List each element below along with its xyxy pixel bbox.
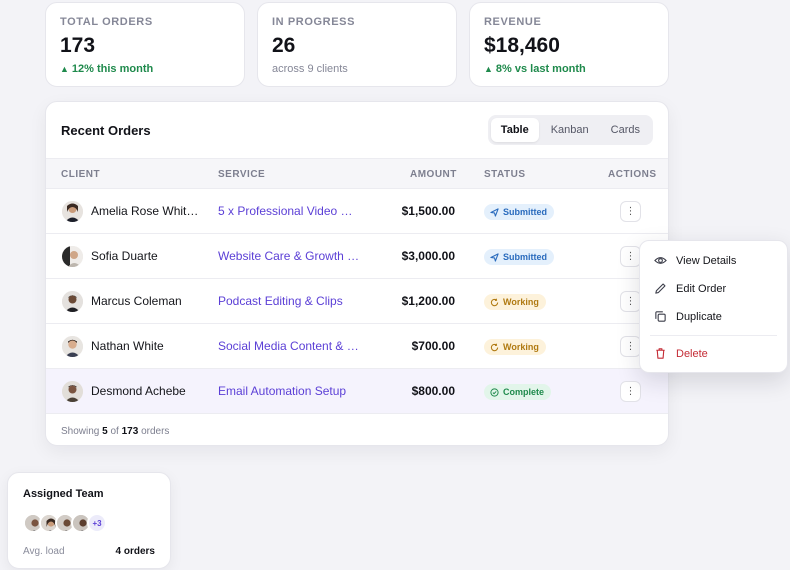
avatar: [62, 336, 83, 357]
table-row[interactable]: Sofia Duarte Website Care & Growth Plan …: [46, 234, 668, 279]
table-row[interactable]: Marcus Coleman Podcast Editing & Clips $…: [46, 279, 668, 324]
avatar: [62, 246, 83, 267]
menu-item-delete[interactable]: Delete: [654, 347, 708, 360]
team-overflow-count[interactable]: +3: [87, 513, 107, 533]
service-link[interactable]: Podcast Editing & Clips: [218, 294, 343, 308]
row-actions-button[interactable]: ⋮: [620, 336, 641, 357]
orders-header: Recent Orders Table Kanban Cards: [46, 102, 668, 158]
stat-trend: ▲ 8% vs last month: [484, 63, 586, 75]
stat-label: IN PROGRESS: [272, 16, 356, 28]
menu-item-view-details[interactable]: View Details: [654, 254, 736, 267]
status-badge: Working: [484, 294, 546, 310]
trend-up-icon: ▲: [60, 64, 69, 74]
amount: $800.00: [411, 384, 455, 398]
team-avatar-stack[interactable]: +3: [23, 513, 107, 533]
trash-icon: [656, 348, 665, 359]
avatar: [62, 201, 83, 222]
service-link[interactable]: Website Care & Growth Plan: [218, 249, 360, 263]
amount: $700.00: [411, 339, 455, 353]
trend-up-icon: ▲: [484, 64, 493, 74]
status-badge: Submitted: [484, 249, 554, 265]
stat-subtext: across 9 clients: [272, 63, 348, 75]
column-header-amount[interactable]: AMOUNT: [410, 169, 457, 180]
service-link[interactable]: 5 x Professional Video Edits: [218, 204, 360, 218]
stat-value: 26: [272, 34, 296, 57]
table-row[interactable]: Amelia Rose Whitmore 5 x Professional Vi…: [46, 189, 668, 234]
table-row[interactable]: Desmond Achebe Email Automation Setup $8…: [46, 369, 668, 414]
amount: $3,000.00: [401, 249, 455, 263]
tab-cards[interactable]: Cards: [601, 118, 650, 142]
table-row[interactable]: Nathan White Social Media Content & Stra…: [46, 324, 668, 369]
stat-label: TOTAL ORDERS: [60, 16, 153, 28]
stat-value: 173: [60, 34, 96, 57]
client-name: Desmond Achebe: [91, 384, 186, 398]
team-title: Assigned Team: [23, 488, 104, 500]
client-name: Sofia Duarte: [91, 249, 158, 263]
send-icon: [490, 207, 499, 217]
pagination-summary: Showing 5 of 173 orders: [61, 426, 170, 437]
service-link[interactable]: Email Automation Setup: [218, 384, 346, 398]
assigned-team-card: Assigned Team +3 Avg. load 4 orders: [7, 472, 171, 569]
column-header-actions: ACTIONS: [608, 169, 657, 180]
copy-icon: [655, 311, 666, 322]
status-badge: Complete: [484, 384, 552, 400]
avatar: [62, 291, 83, 312]
column-header-client[interactable]: CLIENT: [61, 169, 100, 180]
check-circle-icon: [490, 387, 499, 397]
menu-item-edit-order[interactable]: Edit Order: [654, 282, 726, 295]
avatar: [62, 381, 83, 402]
client-name: Marcus Coleman: [91, 294, 182, 308]
send-icon: [490, 252, 499, 262]
recent-orders-card: Recent Orders Table Kanban Cards CLIENT …: [45, 101, 669, 446]
tab-kanban[interactable]: Kanban: [541, 118, 599, 142]
stat-trend: ▲ 12% this month: [60, 63, 154, 75]
amount: $1,500.00: [401, 204, 455, 218]
service-link[interactable]: Social Media Content & Strategy: [218, 339, 360, 353]
client-name: Nathan White: [91, 339, 164, 353]
row-actions-button[interactable]: ⋮: [620, 291, 641, 312]
stat-card-total-orders: TOTAL ORDERS 173 ▲ 12% this month: [45, 2, 245, 87]
stat-value: $18,460: [484, 34, 560, 57]
eye-icon: [654, 257, 667, 264]
pencil-icon: [655, 283, 666, 294]
status-badge: Working: [484, 339, 546, 355]
table-header: CLIENT SERVICE AMOUNT STATUS ACTIONS: [46, 158, 668, 189]
stat-card-in-progress: IN PROGRESS 26 across 9 clients: [257, 2, 457, 87]
load-label: Avg. load: [23, 546, 65, 557]
status-badge: Submitted: [484, 204, 554, 220]
refresh-icon: [490, 298, 499, 306]
orders-title: Recent Orders: [61, 122, 151, 138]
stat-card-revenue: REVENUE $18,460 ▲ 8% vs last month: [469, 2, 669, 87]
menu-divider: [650, 335, 777, 336]
row-actions-button[interactable]: ⋮: [620, 201, 641, 222]
client-name: Amelia Rose Whitmore: [91, 204, 201, 218]
refresh-icon: [490, 343, 499, 351]
row-actions-button[interactable]: ⋮: [620, 246, 641, 267]
stat-label: REVENUE: [484, 16, 542, 28]
menu-item-duplicate[interactable]: Duplicate: [654, 310, 722, 323]
view-toggle: Table Kanban Cards: [487, 115, 653, 145]
row-actions-menu: View Details Edit Order Duplicate Delete: [639, 240, 788, 373]
column-header-service[interactable]: SERVICE: [218, 169, 265, 180]
row-actions-button[interactable]: ⋮: [620, 381, 641, 402]
amount: $1,200.00: [401, 294, 455, 308]
tab-table[interactable]: Table: [490, 118, 539, 142]
load-value: 4 orders: [115, 546, 155, 557]
column-header-status[interactable]: STATUS: [484, 169, 526, 180]
